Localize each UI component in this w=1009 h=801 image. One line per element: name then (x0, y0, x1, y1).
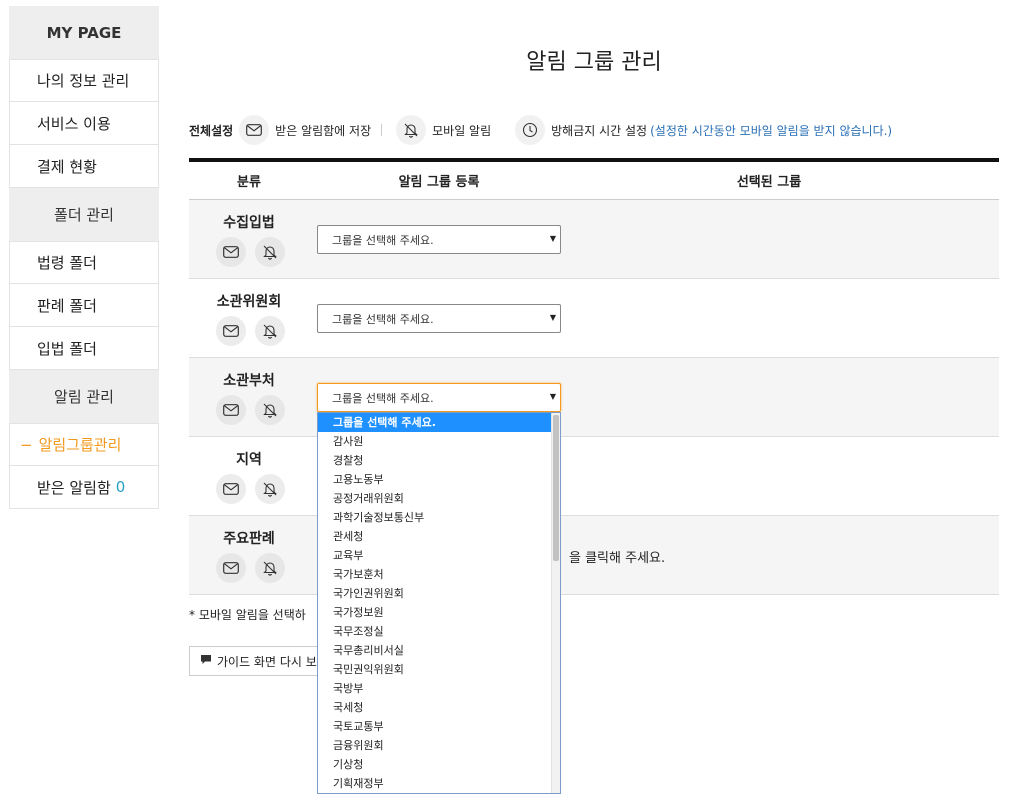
sidebar-section-folder: 폴더 관리 (9, 188, 159, 241)
dropdown-option[interactable]: 경찰청 (318, 451, 560, 470)
dropdown-option[interactable]: 공정거래위원회 (318, 489, 560, 508)
dropdown-option[interactable]: 국민권익위원회 (318, 660, 560, 679)
sidebar-item-alert-group[interactable]: − 알림그룹관리 (9, 423, 159, 466)
dropdown-option[interactable]: 기획재정부 (318, 774, 560, 793)
header-register: 알림 그룹 등록 (398, 175, 480, 190)
sidebar-item-inbox[interactable]: 받은 알림함 0 (9, 466, 159, 509)
bell-off-icon[interactable] (396, 115, 427, 145)
guide-replay-label: 가이드 화면 다시 보 (217, 654, 317, 669)
dropdown-option[interactable]: 교육부 (318, 546, 560, 565)
mail-icon[interactable] (216, 316, 246, 346)
dropdown-option[interactable]: 국가보훈처 (318, 565, 560, 584)
bell-off-icon[interactable] (255, 553, 285, 583)
dropdown-option[interactable]: 국무총리비서실 (318, 641, 560, 660)
mobile-alert-label: 모바일 알림 (432, 123, 492, 138)
bell-off-icon[interactable] (255, 316, 285, 346)
page-title: 알림 그룹 관리 (526, 50, 662, 75)
divider (381, 124, 383, 136)
sidebar-item-my-info[interactable]: 나의 정보 관리 (9, 59, 159, 102)
group-select[interactable]: 그룹을 선택해 주세요. ▼ (317, 225, 561, 254)
group-dropdown-list[interactable]: 그룹을 선택해 주세요. 감사원 경찰청 고용노동부 공정거래위원회 과학기술정보통신부 관… (317, 412, 561, 794)
category-name: 주요판례 (223, 531, 275, 547)
dropdown-arrow-icon: ▼ (549, 234, 556, 243)
dnd-time-label: 방해금지 시간 설정 (551, 123, 648, 138)
dropdown-option[interactable]: 국세청 (318, 698, 560, 717)
group-select-value: 그룹을 선택해 주세요. (332, 312, 434, 326)
mail-icon[interactable] (216, 237, 246, 267)
table-row: 소관부처 그룹을 선택해 주세요. ▼ (189, 358, 999, 437)
sidebar-item-law-folder[interactable]: 법령 폴더 (9, 241, 159, 284)
dropdown-scrollbar[interactable] (551, 413, 560, 793)
clock-icon[interactable] (515, 115, 546, 145)
category-name: 소관부처 (223, 373, 275, 389)
inbox-save-label: 받은 알림함에 저장 (275, 123, 372, 138)
sidebar-item-precedent-folder[interactable]: 판례 폴더 (9, 284, 159, 327)
global-settings-bar: 전체설정 받은 알림함에 저장 모바일 알림 방해금지 시간 설정 (설정한 시… (189, 115, 1009, 145)
table-header: 분류 알림 그룹 등록 선택된 그룹 (189, 158, 999, 200)
group-select-value: 그룹을 선택해 주세요. (332, 391, 434, 405)
table-row: 수집입법 그룹을 선택해 주세요. ▼ (189, 200, 999, 279)
table-row: 소관위원회 그룹을 선택해 주세요. ▼ (189, 279, 999, 358)
mail-icon[interactable] (216, 553, 246, 583)
header-category: 분류 (237, 175, 261, 190)
dropdown-option[interactable]: 국방부 (318, 679, 560, 698)
dnd-note: (설정한 시간동안 모바일 알림을 받지 않습니다.) (650, 123, 893, 138)
dropdown-option[interactable]: 고용노동부 (318, 470, 560, 489)
active-marker: − (20, 435, 33, 454)
sidebar-section-alert: 알림 관리 (9, 370, 159, 423)
dropdown-option[interactable]: 그룹을 선택해 주세요. (318, 413, 560, 432)
dropdown-option[interactable]: 기상청 (318, 755, 560, 774)
alert-group-table: 분류 알림 그룹 등록 선택된 그룹 수집입법 그룹을 선택해 주세요. ▼ 소… (189, 158, 999, 595)
sidebar-item-inbox-label: 받은 알림함 (37, 478, 111, 497)
inbox-count-badge: 0 (115, 478, 126, 496)
sidebar-item-alert-group-label: 알림그룹관리 (38, 436, 122, 454)
dropdown-option[interactable]: 국가정보원 (318, 603, 560, 622)
category-name: 소관위원회 (216, 294, 282, 310)
dropdown-option[interactable]: 관세청 (318, 527, 560, 546)
category-name: 지역 (236, 452, 262, 468)
sidebar-item-service-usage[interactable]: 서비스 이용 (9, 102, 159, 145)
category-name: 수집입법 (223, 215, 275, 231)
sidebar-item-legislation-folder[interactable]: 입법 폴더 (9, 327, 159, 370)
table-row: 지역 (189, 437, 999, 516)
dropdown-arrow-icon: ▼ (549, 313, 556, 322)
mail-icon[interactable] (239, 115, 270, 145)
group-select-open[interactable]: 그룹을 선택해 주세요. ▼ (317, 383, 561, 412)
selected-group-hint: 을 클릭해 주세요. (569, 551, 666, 566)
mail-icon[interactable] (216, 395, 246, 425)
sidebar-heading: MY PAGE (9, 6, 159, 59)
chat-icon (200, 654, 212, 668)
dropdown-option[interactable]: 국가인권위원회 (318, 584, 560, 603)
footnote: * 모바일 알림을 선택하 (189, 608, 306, 622)
dropdown-option[interactable]: 금융위원회 (318, 736, 560, 755)
sidebar: MY PAGE 나의 정보 관리 서비스 이용 결제 현황 폴더 관리 법령 폴… (9, 6, 159, 509)
table-row: 주요판례 을 클릭해 주세요. (189, 516, 999, 595)
bell-off-icon[interactable] (255, 237, 285, 267)
mail-icon[interactable] (216, 474, 246, 504)
global-settings-label: 전체설정 (189, 123, 234, 138)
bell-off-icon[interactable] (255, 395, 285, 425)
bell-off-icon[interactable] (255, 474, 285, 504)
group-select[interactable]: 그룹을 선택해 주세요. ▼ (317, 304, 561, 333)
guide-replay-button[interactable]: 가이드 화면 다시 보 (189, 646, 329, 676)
dropdown-option[interactable]: 국토교통부 (318, 717, 560, 736)
dropdown-arrow-icon: ▼ (549, 392, 556, 401)
header-selected: 선택된 그룹 (736, 175, 802, 190)
group-select-value: 그룹을 선택해 주세요. (332, 233, 434, 247)
dropdown-option[interactable]: 감사원 (318, 432, 560, 451)
dropdown-option[interactable]: 국무조정실 (318, 622, 560, 641)
scrollbar-thumb[interactable] (553, 415, 559, 561)
dropdown-option[interactable]: 과학기술정보통신부 (318, 508, 560, 527)
sidebar-item-payment-status[interactable]: 결제 현황 (9, 145, 159, 188)
